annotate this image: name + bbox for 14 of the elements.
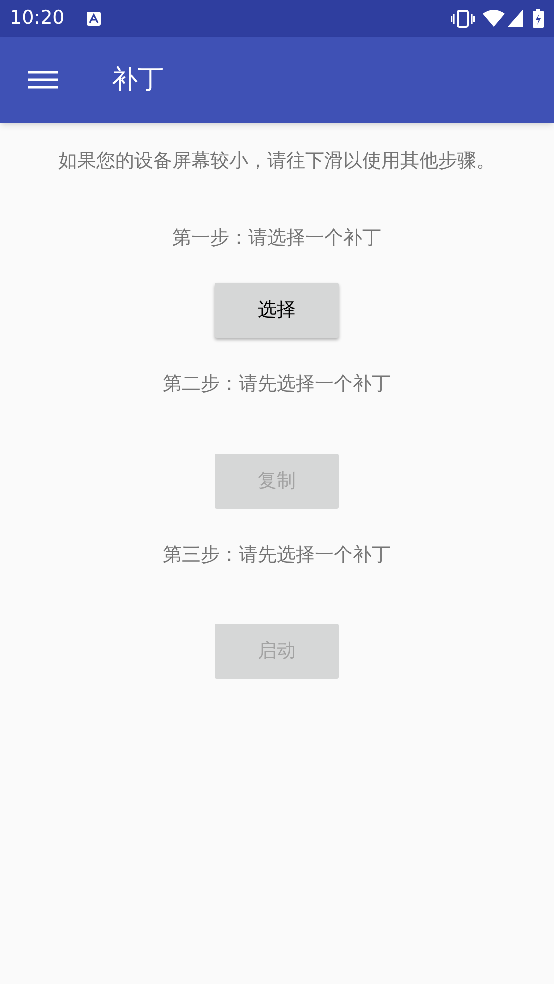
app-title: 补丁 [112,64,164,96]
step-button[interactable]: 选择 [215,283,339,338]
step-label: 第一步：请选择一个补丁 [172,226,382,250]
signal-icon [508,10,523,27]
step-label: 第二步：请先选择一个补丁 [163,372,391,397]
status-time: 10:20 [10,6,65,32]
notice-text: 如果您的设备屏幕较小，请往下滑以使用其他步骤。 [58,149,496,174]
step-label: 第三步：请先选择一个补丁 [163,542,391,568]
notification-icon [86,12,101,26]
menu-icon [28,71,58,89]
vibrate-icon [451,10,475,28]
battery-icon [533,9,544,28]
menu-button[interactable] [28,69,58,91]
wifi-icon [483,10,505,27]
